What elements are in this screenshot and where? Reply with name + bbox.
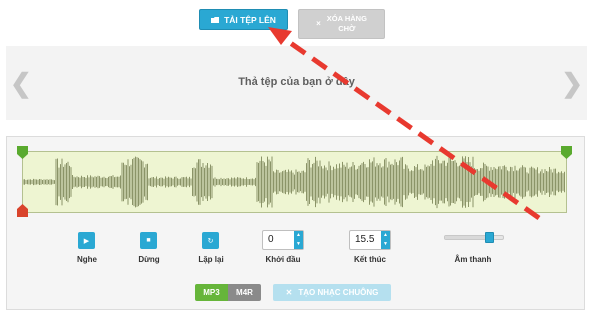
trim-end-handle-top[interactable] — [561, 146, 572, 159]
play-label: Nghe — [77, 255, 97, 264]
format-toggle: MP3 M4R — [195, 284, 261, 301]
clear-label-line1: XÓA HÀNG — [326, 14, 367, 23]
loop-button[interactable]: ↻ — [202, 232, 219, 249]
end-time-input[interactable]: 15.5 ▲ ▼ — [349, 230, 391, 250]
make-ringtone-button[interactable]: ✕ TẠO NHẠC CHUÔNG — [273, 284, 391, 301]
chevron-right-icon[interactable]: ❯ — [561, 68, 583, 99]
close-icon: ✕ — [285, 288, 293, 297]
format-mp3-button[interactable]: MP3 — [195, 284, 228, 301]
stop-icon: ■ — [146, 237, 151, 244]
upload-button-label: TẢI TỆP LÊN — [224, 14, 276, 25]
dropzone-text: Thả tệp của bạn ở đây — [238, 76, 355, 88]
stepper-up-icon[interactable]: ▲ — [296, 233, 301, 238]
start-time-input[interactable]: 0 ▲ ▼ — [262, 230, 304, 250]
audio-editor-panel: ▶ Nghe ■ Dừng ↻ Lặp lại 0 ▲ ▼ Khởi đầu 1… — [6, 136, 585, 310]
start-time-value: 0 — [268, 234, 274, 245]
start-time-label: Khởi đầu — [265, 255, 301, 264]
play-icon: ▶ — [83, 237, 90, 245]
file-dropzone[interactable]: ❮ Thả tệp của bạn ở đây ❯ — [6, 46, 587, 120]
clear-label-line2: CHỜ — [338, 24, 356, 33]
upload-file-button[interactable]: TẢI TỆP LÊN — [199, 9, 288, 30]
waveform-area[interactable] — [22, 151, 567, 213]
trim-start-handle-bottom[interactable] — [17, 204, 28, 217]
waveform — [22, 155, 565, 209]
clear-button-label: XÓA HÀNG CHỜ — [327, 14, 367, 34]
stepper-down-icon[interactable]: ▼ — [383, 242, 388, 247]
folder-icon — [211, 16, 220, 23]
play-button[interactable]: ▶ — [78, 232, 95, 249]
clear-queue-button[interactable]: × XÓA HÀNG CHỜ — [298, 9, 385, 39]
trim-start-handle-top[interactable] — [17, 146, 28, 159]
end-time-value: 15.5 — [355, 234, 375, 245]
stop-button[interactable]: ■ — [140, 232, 157, 249]
end-time-stepper[interactable]: ▲ ▼ — [381, 231, 390, 249]
stepper-down-icon[interactable]: ▼ — [296, 242, 301, 247]
volume-label: Âm thanh — [454, 255, 492, 264]
volume-slider-knob[interactable] — [485, 232, 495, 243]
stop-label: Dừng — [138, 255, 160, 264]
ringtone-maker-page: TẢI TỆP LÊN × XÓA HÀNG CHỜ ❮ Thả tệp của… — [0, 0, 600, 324]
loop-icon: ↻ — [207, 237, 214, 245]
make-ringtone-label: TẠO NHẠC CHUÔNG — [298, 288, 379, 297]
stepper-up-icon[interactable]: ▲ — [383, 233, 388, 238]
end-time-label: Kết thúc — [354, 255, 386, 264]
loop-label: Lặp lại — [198, 255, 224, 264]
close-icon: × — [316, 19, 321, 28]
volume-slider-fill — [445, 236, 491, 239]
format-m4r-button[interactable]: M4R — [228, 284, 261, 301]
volume-slider[interactable] — [444, 232, 504, 243]
playback-controls: ▶ Nghe ■ Dừng ↻ Lặp lại 0 ▲ ▼ Khởi đầu 1… — [7, 230, 584, 272]
start-time-stepper[interactable]: ▲ ▼ — [294, 231, 303, 249]
